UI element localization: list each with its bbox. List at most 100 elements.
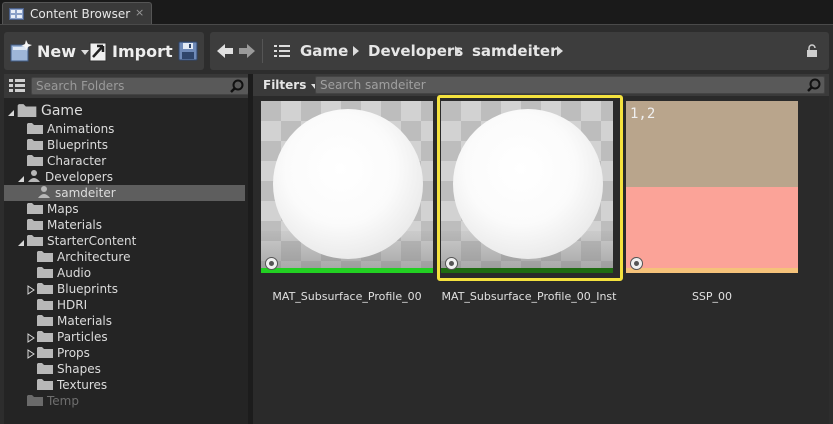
tree-item-audio[interactable]: Audio	[37, 265, 91, 281]
new-asset-icon	[10, 40, 32, 62]
tree-item-blueprints[interactable]: Blueprints	[27, 281, 119, 297]
breadcrumb-separator-icon[interactable]	[455, 46, 461, 56]
folder-icon	[27, 154, 43, 169]
tree-item-label: Materials	[57, 314, 113, 328]
breadcrumb-separator-icon[interactable]	[353, 46, 359, 56]
asset-name: MAT_Subsurface_Profile_00_Inst	[441, 290, 617, 303]
collapsed-arrow-icon[interactable]	[27, 284, 35, 298]
tree-item-props[interactable]: Props	[27, 345, 90, 361]
import-label: Import	[112, 41, 173, 61]
tree-item-particles[interactable]: Particles	[27, 329, 108, 345]
new-label: New	[37, 41, 77, 61]
tree-item-shapes[interactable]: Shapes	[37, 361, 101, 377]
tree-item-architecture[interactable]: Architecture	[37, 249, 130, 265]
expanded-arrow-icon[interactable]	[7, 106, 15, 120]
lock-icon	[807, 44, 817, 57]
sources-toggle-icon[interactable]	[9, 78, 25, 94]
lock-button[interactable]	[806, 32, 818, 70]
tree-item-hdri[interactable]: HDRI	[37, 297, 87, 313]
folder-icon	[37, 330, 53, 345]
collapsed-arrow-icon[interactable]	[27, 348, 35, 362]
tree-item-materials[interactable]: Materials	[37, 313, 112, 329]
tree-item-label: Audio	[57, 266, 92, 280]
folder-icon	[27, 218, 43, 233]
asset-tile[interactable]	[261, 101, 433, 273]
tab-title: Content Browser	[30, 7, 131, 21]
expanded-arrow-icon[interactable]	[17, 172, 25, 186]
folder-icon	[27, 234, 43, 249]
breadcrumb-samdeiter[interactable]: samdeiter	[472, 32, 557, 70]
folder-icon	[37, 378, 53, 393]
tree-item-label: Textures	[57, 378, 108, 392]
tree-item-label: StarterContent	[47, 234, 137, 248]
asset-name: SSP_00	[691, 290, 733, 303]
tree-item-blueprints[interactable]: Blueprints	[27, 137, 108, 153]
filters-button[interactable]: Filters	[263, 78, 320, 92]
collapsed-arrow-icon[interactable]	[27, 332, 35, 346]
filters-label: Filters	[263, 78, 307, 92]
tree-item-label: Particles	[57, 330, 108, 344]
tab-content-browser[interactable]: Content Browser ×	[2, 2, 152, 24]
tree-item-startercontent[interactable]: StarterContent	[18, 233, 137, 249]
tree-item-samdeiter[interactable]: samdeiter	[37, 185, 116, 201]
tree-item-label: Shapes	[57, 362, 101, 376]
back-button[interactable]	[216, 32, 234, 70]
tree-item-label: HDRI	[57, 298, 88, 312]
material-sphere-preview	[273, 109, 423, 259]
asset-tile[interactable]: 1,2	[626, 101, 798, 273]
tree-item-animations[interactable]: Animations	[27, 121, 114, 137]
tree-item-developers[interactable]: Developers	[18, 169, 113, 185]
folder-icon	[27, 202, 43, 217]
tree-item-label: Game	[41, 103, 83, 119]
content-browser-icon	[9, 8, 24, 20]
tree-item-label: samdeiter	[55, 186, 116, 200]
tree-item-label: Architecture	[57, 250, 131, 264]
folder-icon	[37, 282, 53, 297]
tree-item-label: Temp	[47, 394, 79, 408]
breadcrumb-separator-icon[interactable]	[557, 46, 563, 56]
tab-close-icon[interactable]: ×	[135, 6, 144, 19]
tree-item-temp[interactable]: Temp	[27, 393, 79, 409]
asset-name: MAT_Subsurface_Profile_00	[272, 290, 422, 303]
breadcrumb-game[interactable]: Game	[300, 32, 348, 70]
tree-item-maps[interactable]: Maps	[27, 201, 79, 217]
tab-strip: Content Browser ×	[0, 0, 833, 24]
tree-item-label: Blueprints	[57, 282, 119, 296]
folder-icon	[27, 122, 43, 137]
save-all-icon	[178, 41, 198, 61]
expanded-arrow-icon[interactable]	[17, 236, 25, 250]
import-icon	[89, 42, 107, 62]
folder-icon	[27, 138, 43, 153]
tree-item-character[interactable]: Character	[27, 153, 106, 169]
back-arrow-icon	[217, 44, 233, 58]
toolbar-divider	[262, 39, 263, 63]
asset-selection-outline	[437, 95, 623, 281]
asset-search-input[interactable]	[315, 76, 825, 94]
folder-icon	[27, 394, 43, 409]
folder-icon	[37, 266, 53, 281]
import-button[interactable]: Import	[88, 32, 173, 70]
tree-item-label: Maps	[47, 202, 79, 216]
tree-item-label: Character	[47, 154, 107, 168]
tree-item-label: Animations	[47, 122, 115, 136]
folder-search-input[interactable]	[31, 77, 249, 95]
search-icon[interactable]	[230, 79, 244, 93]
path-toolbar: Game Developers samdeiter	[210, 32, 829, 70]
tree-item-materials[interactable]: Materials	[27, 217, 102, 233]
profile-swatch-bottom	[626, 187, 798, 273]
asset-type-color-bar	[261, 268, 433, 273]
tree-item-textures[interactable]: Textures	[37, 377, 107, 393]
breadcrumb-developers[interactable]: Developers	[368, 32, 463, 70]
search-icon[interactable]	[807, 78, 821, 92]
forward-button[interactable]	[238, 32, 256, 70]
forward-arrow-icon	[239, 44, 255, 58]
path-history-button[interactable]	[274, 32, 290, 70]
tree-item-game[interactable]: Game	[8, 103, 83, 120]
folder-icon	[37, 298, 53, 313]
profile-corner-label: 1,2	[630, 106, 656, 122]
new-button[interactable]: New	[8, 32, 90, 70]
user-folder-icon	[27, 169, 41, 185]
save-all-button[interactable]	[176, 32, 200, 70]
folder-icon	[17, 103, 37, 120]
folder-icon	[37, 346, 53, 361]
